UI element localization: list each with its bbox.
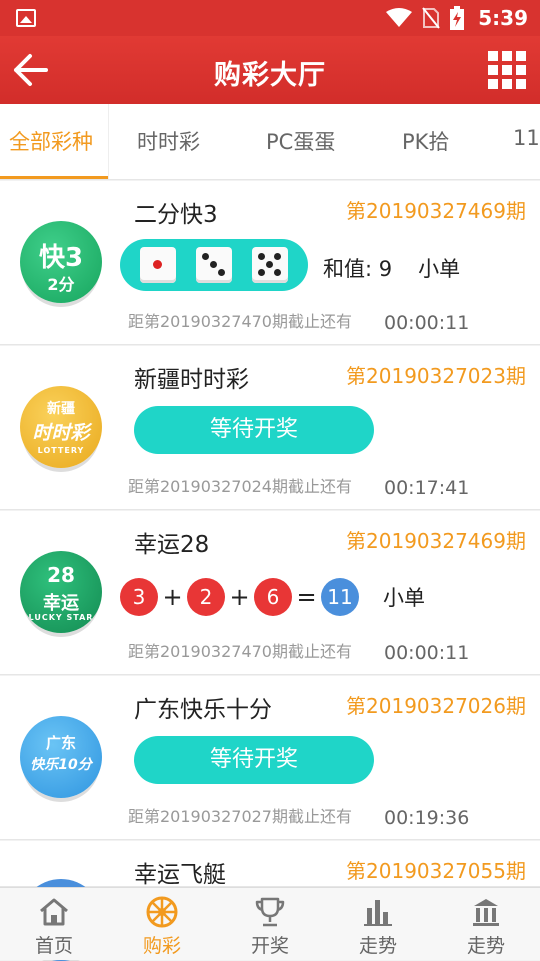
clock: 5:39 (478, 6, 528, 30)
result-label: 小单 (383, 582, 425, 612)
lottery-name: 二分快3 (134, 195, 218, 229)
period-number: 第20190327469期 (346, 195, 526, 224)
tabbar-buy[interactable]: 购彩 (108, 888, 216, 961)
page-title: 购彩大厅 (0, 53, 540, 92)
countdown: 00:00:11 (384, 642, 469, 664)
status-bar: 5:39 (0, 0, 540, 36)
result-ball: 6 (254, 578, 292, 616)
countdown: 00:17:41 (384, 477, 469, 499)
trophy-icon (254, 896, 286, 928)
tab-all-lotteries[interactable]: 全部彩种 (9, 126, 93, 156)
period-number: 第20190327023期 (346, 360, 526, 389)
ball-result: 3 + 2 + 6 = 11 小单 (120, 578, 425, 616)
battery-charging-icon (450, 6, 464, 30)
xj-ssc-logo: 新疆 时时彩 LOTTERY (20, 386, 102, 468)
tab-pk10[interactable]: PK拾 (402, 126, 449, 156)
gd-klsf-logo: 广东 快乐10分 (20, 716, 102, 798)
await-draw-button[interactable]: 等待开奖 (134, 736, 374, 784)
plus-sign: + (158, 583, 187, 611)
total-ball: 11 (321, 578, 359, 616)
tab-11[interactable]: 11 (513, 126, 540, 150)
tab-ssc[interactable]: 时时彩 (137, 126, 200, 156)
trend-bank-icon (470, 896, 502, 928)
result-ball: 3 (120, 578, 158, 616)
result-ball: 2 (187, 578, 225, 616)
lottery-list: 快3 2分 二分快3 第20190327469期 和值: 9小单 (0, 181, 540, 887)
countdown: 00:19:36 (384, 807, 469, 829)
lottery-card-lucky-boat[interactable]: 幸运飞艇 第20190327055期 (0, 841, 540, 887)
die-3 (196, 247, 232, 283)
lottery-name: 广东快乐十分 (134, 690, 272, 724)
deadline-text: 距第20190327470期截止还有 (128, 638, 352, 662)
period-number: 第20190327055期 (346, 855, 526, 884)
wifi-icon (386, 8, 412, 28)
lottery-card-gd-klsf[interactable]: 广东 快乐10分 广东快乐十分 第20190327026期 等待开奖 距第201… (0, 676, 540, 840)
tabbar-trend-2[interactable]: 走势 (432, 888, 540, 961)
image-icon (16, 9, 36, 27)
equals-sign: = (292, 583, 321, 611)
period-number: 第20190327026期 (346, 690, 526, 719)
sum-info: 和值: 9小单 (323, 253, 460, 283)
lucky28-logo: 28 幸运 LUCKY STAR (20, 551, 102, 633)
dice-result (120, 239, 308, 291)
bottom-tab-bar: 首页 购彩 开奖 走势 走势 (0, 887, 540, 960)
await-draw-button[interactable]: 等待开奖 (134, 406, 374, 454)
tab-pc-egg[interactable]: PC蛋蛋 (266, 126, 335, 156)
tabbar-trend[interactable]: 走势 (324, 888, 432, 961)
active-tab-indicator (0, 176, 108, 180)
k3-logo: 快3 2分 (20, 221, 102, 303)
lottery-card-xj-ssc[interactable]: 新疆 时时彩 LOTTERY 新疆时时彩 第20190327023期 等待开奖 … (0, 346, 540, 510)
deadline-text: 距第20190327027期截止还有 (128, 803, 352, 827)
deadline-text: 距第20190327470期截止还有 (128, 308, 352, 332)
lottery-card-lucky28[interactable]: 28 幸运 LUCKY STAR 幸运28 第20190327469期 3 + … (0, 511, 540, 675)
category-tabs: 全部彩种 时时彩 PC蛋蛋 PK拾 11 (0, 104, 540, 180)
tab-divider (108, 104, 109, 180)
plus-sign: + (225, 583, 254, 611)
grid-menu-icon[interactable] (488, 51, 526, 89)
no-sim-icon (422, 7, 440, 29)
lottery-name: 新疆时时彩 (134, 360, 249, 394)
countdown: 00:00:11 (384, 312, 469, 334)
tabbar-results[interactable]: 开奖 (216, 888, 324, 961)
lottery-wheel-icon (146, 896, 178, 928)
die-1 (140, 247, 176, 283)
app-header: 购彩大厅 (0, 36, 540, 104)
lottery-name: 幸运28 (134, 525, 209, 559)
period-number: 第20190327469期 (346, 525, 526, 554)
die-5 (252, 247, 288, 283)
lottery-name: 幸运飞艇 (134, 855, 226, 889)
lottery-card-k3[interactable]: 快3 2分 二分快3 第20190327469期 和值: 9小单 (0, 181, 540, 345)
home-icon (38, 896, 70, 928)
trend-chart-icon (362, 896, 394, 928)
tabbar-home[interactable]: 首页 (0, 888, 108, 961)
deadline-text: 距第20190327024期截止还有 (128, 473, 352, 497)
